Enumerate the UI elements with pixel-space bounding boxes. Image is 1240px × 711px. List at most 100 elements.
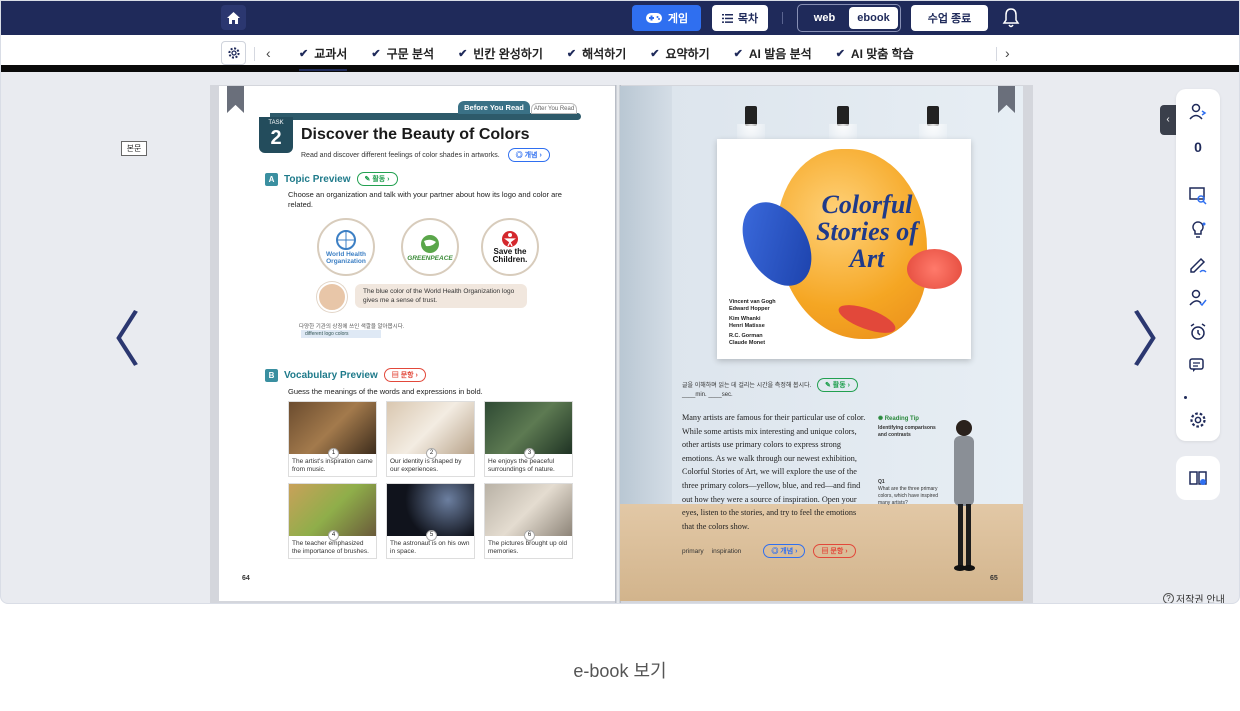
vocab-photo: [387, 484, 474, 536]
book-spread: Before You Read After You Read TASK 2 Di…: [210, 85, 1033, 603]
game-button[interactable]: 게임: [632, 5, 701, 31]
check-icon: ✔: [371, 47, 381, 60]
reading-passage: Many artists are famous for their partic…: [682, 413, 866, 531]
bonmun-button[interactable]: 본문: [121, 141, 147, 156]
page-title: Discover the Beauty of Colors: [301, 126, 530, 143]
tools-sidebar: 0: [1176, 89, 1220, 441]
speech-bubble: The blue color of the World Health Organ…: [355, 284, 527, 308]
vocab-card: 6 The pictures brought up old memories.: [484, 483, 573, 559]
vocab-card: 5 The astronaut is on his own in space.: [386, 483, 475, 559]
tab-label: AI 맞춤 학습: [850, 46, 914, 61]
concept-pill[interactable]: ◎ 개념 ›: [507, 148, 550, 162]
view-web-option[interactable]: web: [800, 7, 849, 29]
vocab-photo: [387, 402, 474, 454]
vocab-card: 3 He enjoys the peaceful surroundings of …: [484, 401, 573, 477]
game-label: 게임: [667, 13, 689, 25]
reading-timer-prompt: 글을 이해하며 읽는 데 걸리는 시간을 측정해 봅시다. ✎ 활동 › ___…: [682, 378, 858, 398]
page-number: 65: [990, 575, 998, 582]
vocab-photo: [485, 402, 572, 454]
tab-ai-custom-learning[interactable]: ✔ AI 맞춤 학습: [836, 35, 914, 71]
tab-label: AI 발음 분석: [748, 46, 812, 61]
key-word: inspiration: [711, 547, 742, 555]
home-icon: [227, 11, 240, 24]
child-figure-icon: [502, 231, 518, 247]
ebook-icon[interactable]: [1188, 468, 1208, 488]
divider: [996, 47, 997, 61]
section-b-title: Vocabulary Preview: [284, 369, 378, 381]
task-badge: TASK 2: [259, 117, 293, 153]
tab-summary[interactable]: ✔ 요약하기: [650, 35, 709, 71]
check-icon: ✔: [299, 47, 309, 60]
view-ebook-option[interactable]: ebook: [849, 7, 898, 29]
poster-artist-list: Vincent van Gogh Edward Hopper Kim Whank…: [729, 299, 776, 346]
tab-after-you-read: After You Read: [531, 103, 577, 114]
divider: [782, 12, 783, 24]
spotlight: [737, 106, 765, 144]
header-bar: [270, 113, 581, 120]
exhibition-poster: Colorful Stories of Art Vincent van Gogh…: [717, 139, 971, 359]
visitor-illustration: [954, 420, 975, 571]
check-icon: ✔: [458, 47, 468, 60]
prev-page-button[interactable]: 〈: [81, 311, 141, 371]
bookmark-icon[interactable]: [227, 86, 244, 113]
concept-pill[interactable]: ◎ 개념 ›: [763, 544, 806, 558]
toc-button[interactable]: 목차: [712, 5, 768, 31]
right-page: Colorful Stories of Art Vincent van Gogh…: [620, 86, 1023, 601]
page-caption: e-book 보기: [573, 661, 667, 681]
lightbulb-icon[interactable]: [1188, 220, 1208, 240]
home-button[interactable]: [221, 5, 246, 30]
divider: [254, 47, 255, 61]
bell-icon[interactable]: [1001, 7, 1021, 29]
question-pill[interactable]: ▤ 문항 ›: [383, 368, 426, 382]
top-bar: 게임 목차 web ebook 수업 종료: [1, 1, 1239, 35]
user-check-icon[interactable]: [1188, 288, 1208, 308]
vocab-grid: 1 The artist's inspiration came from musi…: [288, 401, 574, 559]
gamepad-icon: [645, 13, 662, 23]
lightbulb-icon: ✺: [878, 416, 885, 422]
section-a-badge: A: [265, 172, 278, 186]
activity-pill[interactable]: ✎ 활동 ›: [356, 172, 398, 186]
chat-icon[interactable]: [1188, 356, 1208, 376]
question-icon: ?: [1163, 593, 1174, 603]
alarm-clock-icon[interactable]: [1188, 322, 1208, 342]
poster-title: Colorful Stories of Art: [816, 190, 918, 273]
bookmark-icon[interactable]: [998, 86, 1015, 113]
student-avatar: [317, 282, 347, 312]
tabs-next-button[interactable]: ›: [1005, 45, 1010, 61]
users-icon[interactable]: [1188, 102, 1208, 122]
tab-interpretation[interactable]: ✔ 해석하기: [567, 35, 626, 71]
tabs-prev-button[interactable]: ‹: [266, 45, 271, 61]
spotlight: [829, 106, 857, 144]
search-document-icon[interactable]: [1188, 186, 1208, 206]
tab-fill-blanks[interactable]: ✔ 빈칸 완성하기: [458, 35, 543, 71]
tab-label: 요약하기: [665, 46, 710, 61]
activity-pill[interactable]: ✎ 활동 ›: [816, 378, 858, 392]
section-a-description: Choose an organization and talk with you…: [288, 190, 562, 209]
question-pill[interactable]: ▤ 문항 ›: [813, 544, 856, 558]
page-number: 64: [242, 575, 250, 582]
tab-before-you-read: Before You Read: [458, 101, 530, 114]
tab-bar: ‹ ✔ 교과서 ✔ 구문 분석 ✔ 빈칸 완성하기 ✔ 해석하기 ✔ 요약하기 ✔ AI 발…: [1, 35, 1239, 72]
greenpeace-logo: GREENPEACE: [401, 218, 459, 276]
vocab-photo: [485, 484, 572, 536]
toc-label: 목차: [737, 13, 759, 25]
tab-textbook[interactable]: ✔ 교과서: [299, 35, 348, 71]
copyright-link[interactable]: ? 저작권 안내: [1163, 591, 1225, 603]
tab-ai-pronunciation[interactable]: ✔ AI 발음 분석: [734, 35, 812, 71]
tab-label: 구문 분석: [386, 46, 435, 61]
page-subtitle: Read and discover different feelings of …: [301, 148, 550, 162]
tab-syntax-analysis[interactable]: ✔ 구문 분석: [371, 35, 434, 71]
participant-count: 0: [1194, 139, 1202, 155]
pencil-icon[interactable]: [1188, 254, 1208, 274]
settings-gear-icon[interactable]: [1188, 410, 1208, 430]
task-label: TASK: [268, 120, 284, 126]
section-a-title: Topic Preview: [284, 173, 351, 185]
reading-tip: ✺ Reading Tip Identifying comparisons an…: [878, 416, 939, 506]
end-class-button[interactable]: 수업 종료: [911, 5, 988, 31]
reading-timer-field[interactable]: ____min. ____sec.: [682, 392, 858, 398]
vocab-card: 2 Our identity is shaped by our experienc…: [386, 401, 475, 477]
key-words-footer: primary inspiration ◎ 개념 › ▤ 문항 ›: [682, 544, 856, 558]
tab-settings-button[interactable]: [221, 41, 246, 65]
tab-label: 해석하기: [582, 46, 627, 61]
sidebar-collapse-button[interactable]: ‹: [1160, 105, 1176, 135]
